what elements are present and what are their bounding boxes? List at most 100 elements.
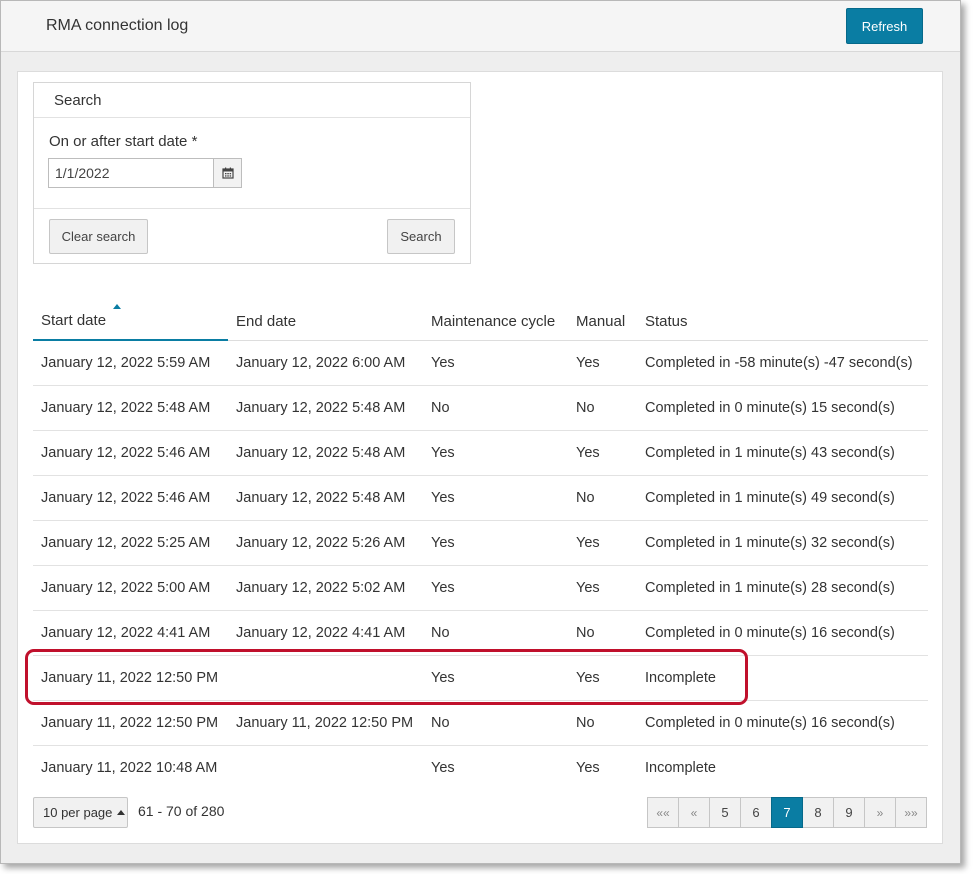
cell-start-date: January 12, 2022 5:46 AM — [33, 475, 228, 521]
cell-start-date: January 11, 2022 10:48 AM — [41, 759, 218, 776]
caret-up-icon — [117, 810, 126, 815]
search-panel-title: Search — [34, 83, 470, 118]
page-range-text: 61 - 70 of 280 — [138, 803, 225, 819]
cell-end-date: January 12, 2022 5:48 AM — [228, 475, 423, 521]
top-bar: RMA connection log Refresh — [1, 1, 960, 52]
cell-end-date: January 12, 2022 6:00 AM — [228, 340, 423, 386]
column-header-label: Start date — [41, 312, 107, 329]
cell-status: Completed in 1 minute(s) 43 second(s) — [637, 430, 928, 476]
column-header-status[interactable]: Status — [637, 302, 928, 341]
cell-manual: Yes — [568, 655, 637, 701]
cell-status: Completed in 1 minute(s) 32 second(s) — [637, 520, 928, 566]
page-button[interactable]: 5 — [709, 797, 741, 828]
table-row: January 12, 2022 5:59 AM January 12, 202… — [33, 340, 928, 386]
cell-end-date: January 12, 2022 5:48 AM — [228, 385, 423, 431]
page-button-active[interactable]: 7 — [771, 797, 803, 828]
cell-status: Completed in -58 minute(s) -47 second(s) — [637, 340, 928, 386]
cell-status: Completed in 1 minute(s) 49 second(s) — [637, 475, 928, 521]
clear-search-button[interactable]: Clear search — [49, 219, 148, 254]
table-row: January 12, 2022 5:00 AM January 12, 202… — [33, 565, 928, 611]
pagination: «« « 5 6 7 8 9 » »» — [647, 797, 927, 828]
cell-maintenance-cycle: Yes — [423, 475, 568, 521]
cell-maintenance-cycle: Yes — [423, 655, 568, 701]
column-header-label: Maintenance cycle — [431, 312, 556, 330]
table-row: January 11, 2022 12:50 PM Yes Yes Incomp… — [33, 655, 928, 701]
cell-manual: No — [568, 610, 637, 656]
cell-maintenance-cycle: Yes — [423, 520, 568, 566]
cell-start-date: January 12, 2022 5:00 AM — [33, 565, 228, 611]
first-page-button[interactable]: «« — [647, 797, 679, 828]
cell-status: Completed in 0 minute(s) 16 second(s) — [637, 610, 928, 656]
table-row: January 11, 2022 12:50 PM January 11, 20… — [33, 700, 928, 746]
cell-manual: No — [568, 385, 637, 431]
last-page-button[interactable]: »» — [895, 797, 927, 828]
calendar-icon — [221, 167, 234, 179]
column-header-label: End date — [236, 312, 297, 330]
page-button[interactable]: 8 — [802, 797, 834, 828]
app-window: RMA connection log Refresh Search On or … — [0, 0, 961, 864]
cell-manual: Yes — [576, 759, 600, 776]
per-page-select[interactable]: 10 per page — [33, 797, 128, 828]
cell-manual: Yes — [568, 565, 637, 611]
cell-maintenance-cycle: Yes — [423, 430, 568, 476]
cell-start-date: January 11, 2022 12:50 PM — [33, 655, 228, 701]
cell-maintenance-cycle: Yes — [431, 759, 455, 776]
search-panel-footer: Clear search Search — [34, 208, 470, 263]
cell-start-date: January 12, 2022 5:48 AM — [33, 385, 228, 431]
cell-status: Incomplete — [645, 759, 716, 776]
cell-start-date: January 11, 2022 12:50 PM — [33, 700, 228, 746]
table-row: January 12, 2022 5:46 AM January 12, 202… — [33, 475, 928, 521]
cell-manual: No — [568, 700, 637, 746]
cell-maintenance-cycle: Yes — [423, 340, 568, 386]
cell-start-date: January 12, 2022 4:41 AM — [33, 610, 228, 656]
next-page-button[interactable]: » — [864, 797, 896, 828]
start-date-label: On or after start date * — [49, 133, 198, 150]
cell-start-date: January 12, 2022 5:46 AM — [33, 430, 228, 476]
table-row: January 12, 2022 5:46 AM January 12, 202… — [33, 430, 928, 476]
cell-end-date: January 12, 2022 5:26 AM — [228, 520, 423, 566]
search-button[interactable]: Search — [387, 219, 455, 254]
table-row: January 12, 2022 4:41 AM January 12, 202… — [33, 610, 928, 656]
column-header-start-date[interactable]: Start date — [33, 302, 228, 341]
cell-status: Completed in 0 minute(s) 16 second(s) — [637, 700, 928, 746]
cell-manual: No — [568, 475, 637, 521]
cell-maintenance-cycle: No — [423, 385, 568, 431]
refresh-button[interactable]: Refresh — [846, 8, 923, 44]
cell-end-date — [228, 655, 423, 701]
cell-end-date: January 11, 2022 12:50 PM — [228, 700, 423, 746]
column-header-label: Status — [645, 312, 688, 330]
connection-log-table: Start date End date Maintenance cycle Ma… — [33, 302, 928, 790]
column-header-label: Manual — [576, 312, 626, 330]
column-header-end-date[interactable]: End date — [228, 302, 423, 341]
table-row: January 11, 2022 10:48 AM Yes Yes Incomp… — [33, 745, 928, 790]
cell-status: Completed in 1 minute(s) 28 second(s) — [637, 565, 928, 611]
cell-status: Completed in 0 minute(s) 15 second(s) — [637, 385, 928, 431]
table-header-row: Start date End date Maintenance cycle Ma… — [33, 302, 928, 341]
cell-end-date — [228, 745, 423, 790]
per-page-label: 10 per page — [43, 805, 113, 820]
calendar-button[interactable] — [213, 158, 242, 188]
cell-manual: Yes — [568, 520, 637, 566]
cell-start-date: January 12, 2022 5:25 AM — [33, 520, 228, 566]
prev-page-button[interactable]: « — [678, 797, 710, 828]
page-button[interactable]: 9 — [833, 797, 865, 828]
sort-ascending-icon — [113, 304, 121, 309]
cell-start-date: January 12, 2022 5:59 AM — [33, 340, 228, 386]
cell-end-date: January 12, 2022 5:02 AM — [228, 565, 423, 611]
column-header-manual[interactable]: Manual — [568, 302, 637, 341]
page-button[interactable]: 6 — [740, 797, 772, 828]
column-header-maintenance-cycle[interactable]: Maintenance cycle — [423, 302, 568, 341]
cell-maintenance-cycle: No — [423, 610, 568, 656]
cell-status: Incomplete — [637, 655, 928, 701]
cell-end-date: January 12, 2022 4:41 AM — [228, 610, 423, 656]
start-date-input[interactable] — [48, 158, 214, 188]
search-panel: Search On or after start date * 1/1/2022… — [33, 82, 471, 264]
cell-maintenance-cycle: No — [423, 700, 568, 746]
cell-end-date: January 12, 2022 5:48 AM — [228, 430, 423, 476]
table-row: January 12, 2022 5:48 AM January 12, 202… — [33, 385, 928, 431]
table-row: January 12, 2022 5:25 AM January 12, 202… — [33, 520, 928, 566]
cell-maintenance-cycle: Yes — [423, 565, 568, 611]
main-content: Search On or after start date * 1/1/2022… — [17, 71, 943, 844]
page-title: RMA connection log — [46, 17, 189, 34]
cell-manual: Yes — [568, 340, 637, 386]
